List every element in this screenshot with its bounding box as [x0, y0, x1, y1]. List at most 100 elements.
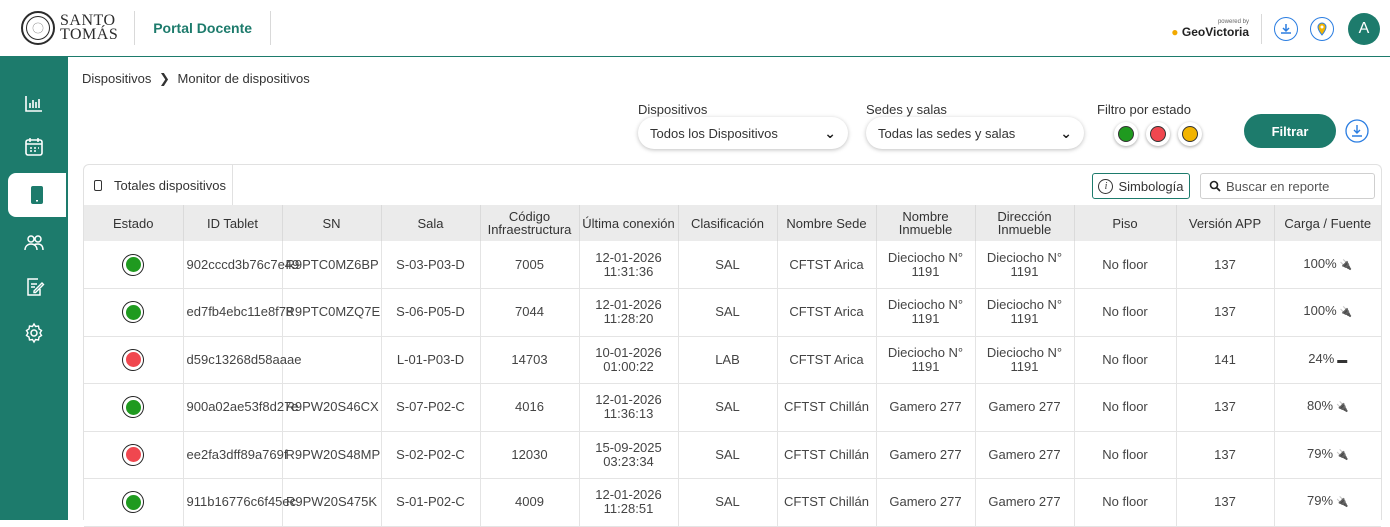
download-icon[interactable]	[1274, 16, 1298, 41]
location-icon[interactable]	[1310, 16, 1334, 41]
cell-sala: S-06-P05-D	[381, 288, 481, 337]
status-indicator	[122, 443, 145, 466]
table-row[interactable]: ed7fb4ebc11e8f78 R9PTC0MZQ7E S-06-P05-D 704…	[84, 288, 1381, 337]
edit-document-icon	[27, 278, 45, 296]
filter-button[interactable]: Filtrar	[1244, 114, 1336, 148]
devices-table: Estado ID Tablet SN Sala Código Infraestruct…	[84, 205, 1381, 527]
status-filter-red[interactable]	[1146, 122, 1170, 146]
sidebar-item-records[interactable]	[0, 265, 68, 309]
devices-card: Totales dispositivos i Simbología Estado…	[83, 164, 1382, 527]
geovictoria-logo: powered by ● GeoVictoria	[1171, 18, 1249, 39]
divider	[134, 11, 136, 45]
cell-sede: CFTST Arica	[777, 241, 877, 289]
cell-carga: 100% 🔌	[1274, 288, 1381, 337]
users-icon	[24, 235, 44, 251]
cell-version: 137	[1176, 241, 1275, 289]
cell-sala: L-01-P03-D	[381, 336, 481, 384]
status-filter-green[interactable]	[1114, 122, 1138, 146]
bar-chart-icon	[25, 96, 42, 112]
table-row[interactable]: d59c13268d58aaae L-01-P03-D 14703 10-01-202…	[84, 336, 1381, 384]
logo-text: SANTO TOMÁS	[60, 12, 119, 43]
cell-inmueble: Gamero 277	[876, 431, 976, 479]
column-header[interactable]: Última conexión	[579, 205, 679, 241]
cell-carga: 79% 🔌	[1274, 431, 1381, 479]
cell-piso: No floor	[1074, 241, 1177, 289]
sidebar-item-users[interactable]	[0, 221, 68, 265]
table-row[interactable]: 911b16776c6f45ec R9PW20S475K S-01-P02-C 400…	[84, 478, 1381, 527]
cell-inmueble: Gamero 277	[876, 383, 976, 432]
cell-inmueble: Dieciocho N° 1191	[876, 336, 976, 384]
cell-piso: No floor	[1074, 383, 1177, 432]
seal-icon	[21, 11, 55, 45]
cell-codigo: 4016	[480, 383, 580, 432]
cell-id: 911b16776c6f45ec	[183, 478, 296, 527]
devices-select[interactable]: Todos los Dispositivos ⌄	[638, 117, 848, 149]
status-filter-yellow[interactable]	[1178, 122, 1202, 146]
cell-id: ed7fb4ebc11e8f78	[183, 288, 293, 337]
cell-codigo: 7044	[480, 288, 580, 337]
tab-totals-devices[interactable]: Totales dispositivos	[84, 165, 233, 205]
cell-clasif: SAL	[678, 431, 778, 479]
column-header[interactable]: Sala	[381, 205, 481, 241]
cell-carga: 80% 🔌	[1274, 383, 1381, 432]
cell-id: d59c13268d58aaae	[183, 336, 301, 384]
cell-direccion: Gamero 277	[975, 431, 1075, 479]
cell-sala: S-03-P03-D	[381, 241, 481, 289]
table-row[interactable]: 900a02ae53f8d27e R9PW20S46CX S-07-P02-C 401…	[84, 383, 1381, 432]
cell-sn: R9PTC0MZ6BP	[282, 241, 382, 289]
santo-tomas-logo[interactable]: SANTO TOMÁS	[21, 11, 118, 45]
cell-direccion: Dieciocho N° 1191	[975, 241, 1075, 289]
cell-sede: CFTST Arica	[777, 336, 877, 384]
column-header[interactable]: Carga / Fuente	[1274, 205, 1381, 241]
cell-clasif: LAB	[678, 336, 778, 384]
column-header[interactable]: Versión APP	[1176, 205, 1275, 241]
search-input[interactable]	[1226, 178, 1366, 194]
symbology-button[interactable]: i Simbología	[1092, 173, 1190, 199]
cell-direccion: Gamero 277	[975, 478, 1075, 527]
settings-icon	[25, 322, 43, 344]
cell-piso: No floor	[1074, 288, 1177, 337]
export-download-icon[interactable]	[1345, 119, 1369, 143]
column-header[interactable]: Clasificación	[678, 205, 778, 241]
column-header[interactable]: Estado	[84, 205, 184, 241]
status-indicator	[122, 348, 145, 371]
column-header[interactable]: Código Infraestructura	[480, 205, 580, 241]
cell-inmueble: Dieciocho N° 1191	[876, 288, 976, 337]
status-indicator	[122, 301, 145, 324]
sidebar-item-calendar[interactable]	[0, 125, 68, 169]
column-header[interactable]: Nombre Inmueble	[876, 205, 976, 241]
cell-conexion: 12-01-2026 11:28:20	[579, 288, 679, 337]
sedes-select[interactable]: Todas las sedes y salas ⌄	[866, 117, 1084, 149]
table-row[interactable]: 902cccd3b76c7e49 R9PTC0MZ6BP S-03-P03-D 700…	[84, 241, 1381, 289]
column-header[interactable]: Piso	[1074, 205, 1177, 241]
breadcrumb-current: Monitor de dispositivos	[177, 71, 310, 86]
calendar-icon	[25, 138, 43, 156]
cell-clasif: SAL	[678, 383, 778, 432]
column-header[interactable]: SN	[282, 205, 382, 241]
cell-direccion: Gamero 277	[975, 383, 1075, 432]
column-header[interactable]: Nombre Sede	[777, 205, 877, 241]
cell-conexion: 12-01-2026 11:31:36	[579, 241, 679, 289]
table-row[interactable]: ee2fa3dff89a769f R9PW20S48MP S-02-P02-C 120…	[84, 431, 1381, 479]
status-cell	[84, 241, 184, 289]
sidebar-item-devices[interactable]	[8, 173, 66, 217]
cell-carga: 79% 🔌	[1274, 478, 1381, 527]
cell-clasif: SAL	[678, 478, 778, 527]
sidebar-item-settings[interactable]	[0, 311, 68, 355]
cell-id: 900a02ae53f8d27e	[183, 383, 299, 432]
report-search[interactable]	[1200, 173, 1375, 199]
breadcrumb-root[interactable]: Dispositivos	[82, 71, 151, 86]
column-header[interactable]: ID Tablet	[183, 205, 283, 241]
plug-icon: 🔌	[1336, 449, 1349, 461]
cell-direccion: Dieciocho N° 1191	[975, 288, 1075, 337]
cell-sede: CFTST Chillán	[777, 383, 877, 432]
cell-version: 137	[1176, 478, 1275, 527]
cell-direccion: Dieciocho N° 1191	[975, 336, 1075, 384]
column-header[interactable]: Dirección Inmueble	[975, 205, 1075, 241]
avatar[interactable]: A	[1348, 12, 1380, 45]
cell-sede: CFTST Chillán	[777, 478, 877, 527]
sidebar-item-reports[interactable]	[0, 81, 68, 125]
devices-filter-label: Dispositivos	[638, 102, 708, 117]
estado-filter-label: Filtro por estado	[1097, 102, 1191, 117]
cell-codigo: 4009	[480, 478, 580, 527]
